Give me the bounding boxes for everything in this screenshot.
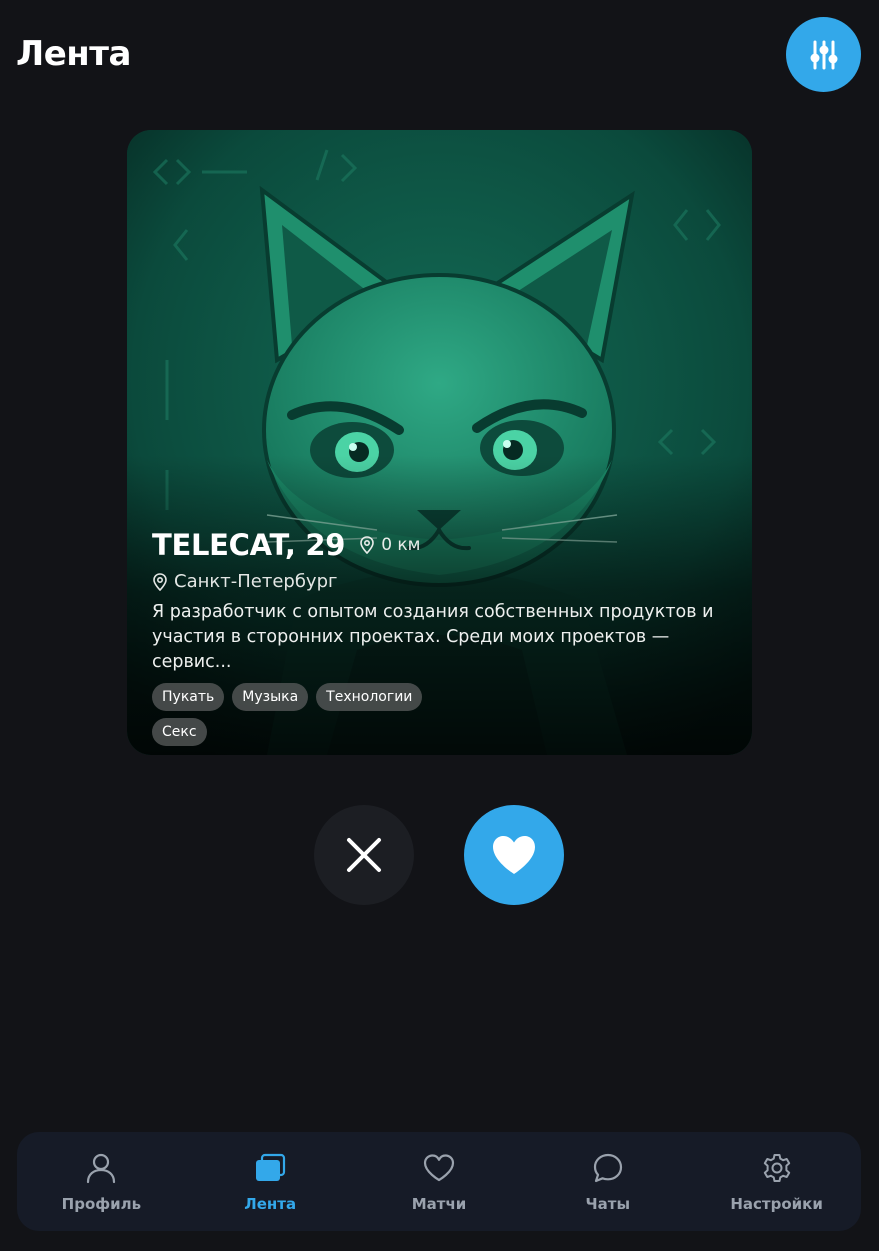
city-label: Санкт-Петербург <box>174 571 338 592</box>
dislike-button[interactable] <box>314 805 414 905</box>
user-icon <box>87 1153 116 1184</box>
interest-tag: Секс <box>152 718 207 746</box>
page-title: Лента <box>16 34 131 74</box>
bottom-navigation: Профиль Лента Матчи Чаты Настройки <box>17 1132 861 1231</box>
nav-item-matches[interactable]: Матчи <box>355 1132 524 1231</box>
card-info: TELECAT, 29 0 км Санкт-Петербург Я разра… <box>152 525 727 746</box>
heart-outline-icon <box>423 1154 455 1182</box>
location-pin-icon <box>153 572 167 591</box>
filter-button[interactable] <box>786 17 861 92</box>
heart-icon <box>493 836 535 874</box>
location-pin-icon <box>360 536 374 554</box>
chat-bubble-icon <box>593 1153 622 1183</box>
nav-label: Лента <box>244 1195 297 1213</box>
nav-item-profile[interactable]: Профиль <box>17 1132 186 1231</box>
close-icon <box>347 838 381 872</box>
profile-bio: Я разработчик с опытом создания собствен… <box>152 602 714 672</box>
interest-tag: Музыка <box>232 683 309 711</box>
nav-item-feed[interactable]: Лента <box>186 1132 355 1231</box>
app-root: Лента TELECAT, 29 0 км Санкт-Петербург Я… <box>0 0 879 1251</box>
nav-item-settings[interactable]: Настройки <box>692 1132 861 1231</box>
distance-value: 0 км <box>381 535 421 555</box>
nav-label: Матчи <box>411 1195 467 1213</box>
nav-label: Профиль <box>61 1195 142 1213</box>
like-button[interactable] <box>464 805 564 905</box>
nav-label: Настройки <box>730 1195 823 1213</box>
gear-icon <box>763 1154 790 1182</box>
interest-tag: Пукать <box>152 683 225 711</box>
cards-icon <box>256 1153 286 1181</box>
sliders-icon <box>810 40 837 69</box>
nav-item-chats[interactable]: Чаты <box>523 1132 692 1231</box>
interest-tags: Пукать Музыка Технологии Секс <box>152 683 452 746</box>
name-row: TELECAT, 29 0 км <box>152 525 727 565</box>
profile-card[interactable]: TELECAT, 29 0 км Санкт-Петербург Я разра… <box>127 130 752 755</box>
city-row: Санкт-Петербург <box>152 571 727 592</box>
distance-badge: 0 км <box>359 535 421 555</box>
interest-tag: Технологии <box>316 683 423 711</box>
profile-name-age: TELECAT, 29 <box>152 528 346 562</box>
nav-label: Чаты <box>585 1195 631 1213</box>
